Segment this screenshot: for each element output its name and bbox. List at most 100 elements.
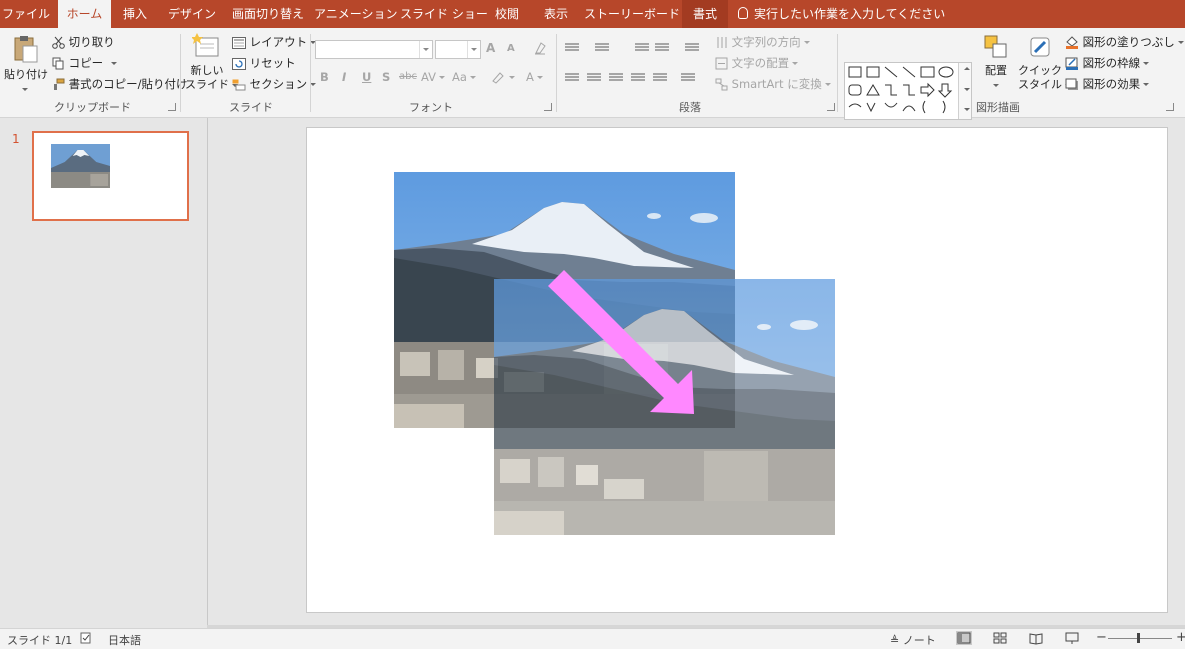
quick-styles-button[interactable]: クイック スタイル xyxy=(1018,34,1071,92)
zoom-slider[interactable] xyxy=(1108,638,1172,639)
align-text-button[interactable]: 文字の配置 xyxy=(715,54,799,72)
reset-button[interactable]: リセット xyxy=(232,54,296,72)
shape-effects-icon xyxy=(1065,78,1078,90)
shrink-font-button[interactable]: A xyxy=(507,43,515,54)
columns-icon[interactable] xyxy=(681,73,695,83)
expand-gallery-icon[interactable] xyxy=(964,108,970,111)
clipboard-group-label: クリップボード xyxy=(54,101,131,114)
chevron-down-icon[interactable] xyxy=(419,41,432,58)
shape-effects-button[interactable]: 図形の効果 xyxy=(1065,75,1150,93)
decrease-indent-icon[interactable] xyxy=(635,43,649,53)
tab-format[interactable]: 書式 xyxy=(682,0,728,28)
tab-home[interactable]: ホーム xyxy=(58,0,111,29)
arrange-label: 配置 xyxy=(985,64,1007,77)
font-size-combo[interactable] xyxy=(435,40,481,59)
tab-insert[interactable]: 挿入 xyxy=(115,0,155,28)
section-button[interactable]: セクション xyxy=(232,75,317,93)
change-case-button[interactable]: Aa xyxy=(452,70,476,84)
align-center-icon[interactable] xyxy=(587,73,601,83)
pink-arrow-shape[interactable] xyxy=(542,268,712,428)
slide-thumbnail[interactable] xyxy=(32,131,189,221)
reading-view-icon[interactable] xyxy=(1028,631,1044,645)
dialog-launcher-icon[interactable] xyxy=(827,103,835,111)
zoom-out-button[interactable]: − xyxy=(1096,630,1107,645)
font-name-combo[interactable] xyxy=(315,40,433,59)
slide-thumbnail-pane[interactable]: 1 xyxy=(0,118,208,628)
shape-fill-button[interactable]: 図形の塗りつぶし xyxy=(1065,33,1184,51)
new-slide-button[interactable]: 新しい スライド xyxy=(185,32,238,92)
slides-group: 新しい スライド レイアウト リセット セクション スライド xyxy=(181,28,317,117)
format-painter-button[interactable]: 書式のコピー/貼り付け xyxy=(52,75,188,93)
text-direction-button[interactable]: 文字列の方向 xyxy=(715,33,810,51)
strikethrough-button[interactable]: abc xyxy=(399,71,417,82)
char-spacing-button[interactable]: AV xyxy=(421,70,445,84)
arrange-button[interactable]: 配置 xyxy=(978,34,1014,92)
highlight-icon[interactable] xyxy=(491,70,505,84)
text-direction-icon xyxy=(717,37,727,48)
reset-icon xyxy=(232,57,246,70)
tab-review[interactable]: 校閲 xyxy=(486,0,528,28)
arrange-icon xyxy=(984,35,1007,58)
font-color-button[interactable]: A xyxy=(526,70,543,84)
dialog-launcher-icon[interactable] xyxy=(544,103,552,111)
chevron-down-icon[interactable] xyxy=(467,41,480,58)
italic-button[interactable]: I xyxy=(342,70,346,84)
slide-sorter-view-icon[interactable] xyxy=(992,631,1008,645)
line-spacing-icon[interactable] xyxy=(685,43,699,53)
chevron-up-icon[interactable] xyxy=(964,67,970,70)
paste-button[interactable]: 貼り付け xyxy=(4,34,48,96)
chevron-down-icon xyxy=(439,76,445,79)
pen-outline-icon xyxy=(1065,57,1078,70)
dialog-launcher-icon[interactable] xyxy=(168,103,176,111)
increase-indent-icon[interactable] xyxy=(655,43,669,53)
clear-formatting-icon[interactable] xyxy=(533,41,547,55)
gallery-scrollbar[interactable] xyxy=(958,63,971,119)
paint-bucket-icon xyxy=(1066,36,1078,49)
dialog-launcher-icon[interactable] xyxy=(1166,103,1174,111)
numbering-icon[interactable] xyxy=(595,43,609,53)
align-left-icon[interactable] xyxy=(565,73,579,83)
shape-outline-button[interactable]: 図形の枠線 xyxy=(1065,54,1150,72)
spellcheck-icon[interactable] xyxy=(80,632,92,644)
slideshow-view-icon[interactable] xyxy=(1064,631,1080,645)
layout-button[interactable]: レイアウト xyxy=(232,33,317,51)
zoom-in-button[interactable]: + xyxy=(1176,630,1185,645)
font-group: A A B I U S abc AV Aa A フォント xyxy=(311,28,556,117)
chevron-down-icon[interactable] xyxy=(509,76,515,79)
grow-font-button[interactable]: A xyxy=(486,41,495,55)
align-right-icon[interactable] xyxy=(609,73,623,83)
bold-button[interactable]: B xyxy=(320,70,329,84)
notes-icon: ≜ xyxy=(890,634,903,647)
copy-button[interactable]: コピー xyxy=(52,54,118,72)
text-direction-label: 文字列の方向 xyxy=(731,35,801,49)
tab-file[interactable]: ファイル xyxy=(0,0,52,28)
tab-design[interactable]: デザイン xyxy=(162,0,222,28)
underline-button[interactable]: U xyxy=(362,70,371,84)
chevron-down-icon xyxy=(22,87,28,91)
status-bar: スライド 1/1 日本語 ≜ ノート − + xyxy=(0,628,1185,649)
bullets-icon[interactable] xyxy=(565,43,579,53)
quick-styles-label-2: スタイル xyxy=(1018,78,1062,91)
justify-icon[interactable] xyxy=(631,73,645,83)
text-shadow-button[interactable]: S xyxy=(382,70,390,84)
tell-me-box[interactable]: 実行したい作業を入力してください xyxy=(738,0,945,28)
paragraph-group-label: 段落 xyxy=(679,101,701,114)
tab-animations[interactable]: アニメーション xyxy=(314,0,398,28)
normal-view-icon[interactable] xyxy=(956,631,972,645)
change-case-label: Aa xyxy=(452,70,467,84)
zoom-slider-thumb[interactable] xyxy=(1137,633,1140,643)
smartart-button[interactable]: SmartArt に変換 xyxy=(715,75,831,93)
distributed-icon[interactable] xyxy=(653,73,667,83)
tab-transitions[interactable]: 画面切り替え xyxy=(228,0,308,28)
scissors-icon xyxy=(52,36,65,49)
ribbon: 貼り付け 切り取り コピー 書式のコピー/貼り付け クリップボード 新しい スラ… xyxy=(0,28,1185,120)
cut-button[interactable]: 切り取り xyxy=(52,33,115,51)
tab-view[interactable]: 表示 xyxy=(534,0,578,28)
shapes-gallery[interactable] xyxy=(844,62,972,120)
language-indicator[interactable]: 日本語 xyxy=(108,632,141,648)
tab-storyboard[interactable]: ストーリーボード xyxy=(584,0,680,28)
chevron-down-icon[interactable] xyxy=(964,88,970,91)
slide-canvas[interactable] xyxy=(306,127,1168,613)
notes-button[interactable]: ≜ ノート xyxy=(890,632,936,648)
tab-slideshow[interactable]: スライド ショー xyxy=(400,0,488,28)
